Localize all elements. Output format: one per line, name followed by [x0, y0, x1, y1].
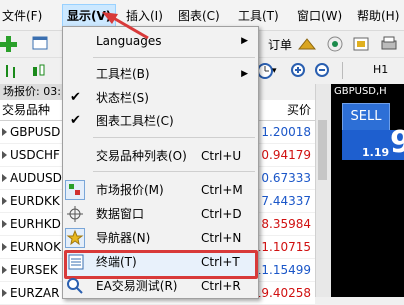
toolbar-separator	[342, 62, 353, 79]
print-icon[interactable]	[380, 35, 398, 53]
bid-cell: 0.67333	[261, 171, 311, 185]
menu-item-label: 状态栏(S)	[96, 91, 149, 105]
chart-title: GBPUSD,H	[334, 86, 387, 97]
timeframe-h1-button[interactable]: H1	[370, 63, 391, 76]
menu-item-shortcut: Ctrl+M	[201, 183, 243, 197]
symbol-cell: EURHKD	[10, 217, 61, 231]
menu-item-status-bar[interactable]: ✔ 状态栏(S)	[63, 87, 258, 109]
menu-item-strategy-tester[interactable]: EA交易测试(R) Ctrl+R	[63, 275, 258, 297]
menu-item-data-window[interactable]: 数据窗口 Ctrl+D	[63, 203, 258, 225]
terminal-icon	[68, 254, 84, 270]
zoom-in-icon[interactable]	[290, 62, 308, 80]
menu-item-shortcut: Ctrl+T	[201, 255, 240, 269]
bid-cell: 1.20018	[261, 125, 311, 139]
bid-cell: 0.94179	[261, 148, 311, 162]
menu-item-languages[interactable]: Languages ▶	[63, 30, 258, 52]
bid-cell: 11.15499	[253, 263, 311, 277]
menu-item-label: 导航器(N)	[96, 231, 151, 245]
view-menu-dropdown: Languages ▶ 工具栏(B) ▶ ✔ 状态栏(S) ✔ 图表工具栏(C)…	[62, 26, 259, 299]
checkmark-icon: ✔	[70, 113, 81, 128]
menu-item-toolbars[interactable]: 工具栏(B) ▶	[63, 63, 258, 85]
menu-item-shortcut: Ctrl+D	[201, 207, 242, 221]
menu-item-label: 市场报价(M)	[96, 183, 164, 197]
menu-item-label: 终端(T)	[96, 255, 137, 269]
crosshair-icon	[67, 206, 83, 222]
menu-item-shortcut: Ctrl+R	[201, 279, 241, 293]
menu-file[interactable]: 文件(F)	[2, 7, 42, 25]
zoom-out-icon[interactable]	[314, 62, 332, 80]
menu-item-symbols[interactable]: 交易品种列表(O) Ctrl+U	[63, 145, 258, 167]
menu-window[interactable]: 窗口(W)	[297, 7, 342, 25]
signals-icon[interactable]	[326, 35, 344, 53]
symbol-cell: USDCHF	[10, 148, 60, 162]
gold-bars-icon[interactable]	[298, 35, 316, 53]
menu-item-label: 交易品种列表(O)	[96, 149, 187, 163]
sell-button[interactable]: SELL	[342, 103, 390, 131]
row-expand-icon	[2, 197, 7, 205]
symbol-cell: EURSEK	[10, 263, 58, 277]
symbol-cell: AUDUSD	[10, 171, 62, 185]
menu-help[interactable]: 帮助(H)	[357, 7, 399, 25]
market-watch-icon	[65, 180, 85, 200]
menu-separator	[93, 57, 255, 58]
profiles-icon[interactable]	[32, 36, 52, 52]
menu-separator	[93, 171, 255, 172]
menu-item-shortcut: Ctrl+N	[201, 231, 242, 245]
tester-icon	[67, 278, 83, 294]
candles-icon[interactable]	[30, 62, 48, 80]
navigator-icon	[65, 228, 85, 248]
submenu-arrow-icon: ▶	[241, 69, 248, 79]
menu-item-label: EA交易测试(R)	[96, 279, 178, 293]
menu-item-shortcut: Ctrl+U	[201, 149, 242, 163]
bid-cell: 8.35984	[261, 217, 311, 231]
column-bid[interactable]: 买价	[287, 100, 311, 120]
dropdown-arrow-icon[interactable]: ▾	[272, 66, 277, 76]
symbol-cell: EURDKK	[10, 194, 60, 208]
new-chart-icon[interactable]	[0, 35, 18, 53]
new-order-label[interactable]: 订单	[268, 36, 292, 53]
menu-item-label: 图表工具栏(C)	[96, 114, 174, 128]
menu-item-terminal[interactable]: 终端(T) Ctrl+T	[63, 250, 258, 279]
row-expand-icon	[2, 243, 7, 251]
menu-item-label: 数据窗口	[96, 207, 145, 221]
bar-chart-icon[interactable]	[3, 62, 21, 80]
symbol-cell: GBPUSD	[10, 125, 61, 139]
row-expand-icon	[2, 289, 7, 297]
bid-cell: 7.44337	[261, 194, 311, 208]
price-prefix: 1.19	[362, 146, 390, 159]
row-expand-icon	[2, 266, 7, 274]
menu-item-navigator[interactable]: 导航器(N) Ctrl+N	[63, 227, 258, 249]
menu-tools[interactable]: 工具(T)	[238, 7, 279, 25]
menu-separator	[93, 137, 255, 138]
market-icon[interactable]	[352, 35, 370, 53]
symbol-cell: EURNOK	[10, 240, 61, 254]
symbol-cell: EURZAR	[10, 286, 60, 300]
row-expand-icon	[2, 220, 7, 228]
market-watch-scrollbar[interactable]	[315, 84, 331, 297]
submenu-arrow-icon: ▶	[241, 36, 248, 46]
annotation-arrow-icon	[102, 12, 149, 40]
menu-charts[interactable]: 图表(C)	[178, 7, 220, 25]
scrollbar-thumb[interactable]	[318, 120, 327, 180]
checkmark-icon: ✔	[70, 90, 81, 105]
row-expand-icon	[2, 128, 7, 136]
bid-cell: 19.40258	[253, 286, 311, 300]
bid-cell: 11.10715	[253, 240, 311, 254]
price-large-digits: 9	[390, 125, 404, 160]
row-expand-icon	[2, 174, 7, 182]
menu-item-market-watch[interactable]: 市场报价(M) Ctrl+M	[63, 179, 258, 201]
menu-item-chart-toolbar[interactable]: ✔ 图表工具栏(C)	[63, 110, 258, 132]
menu-item-label: 工具栏(B)	[96, 67, 150, 81]
row-expand-icon	[2, 151, 7, 159]
column-symbol[interactable]: 交易品种	[2, 100, 50, 120]
